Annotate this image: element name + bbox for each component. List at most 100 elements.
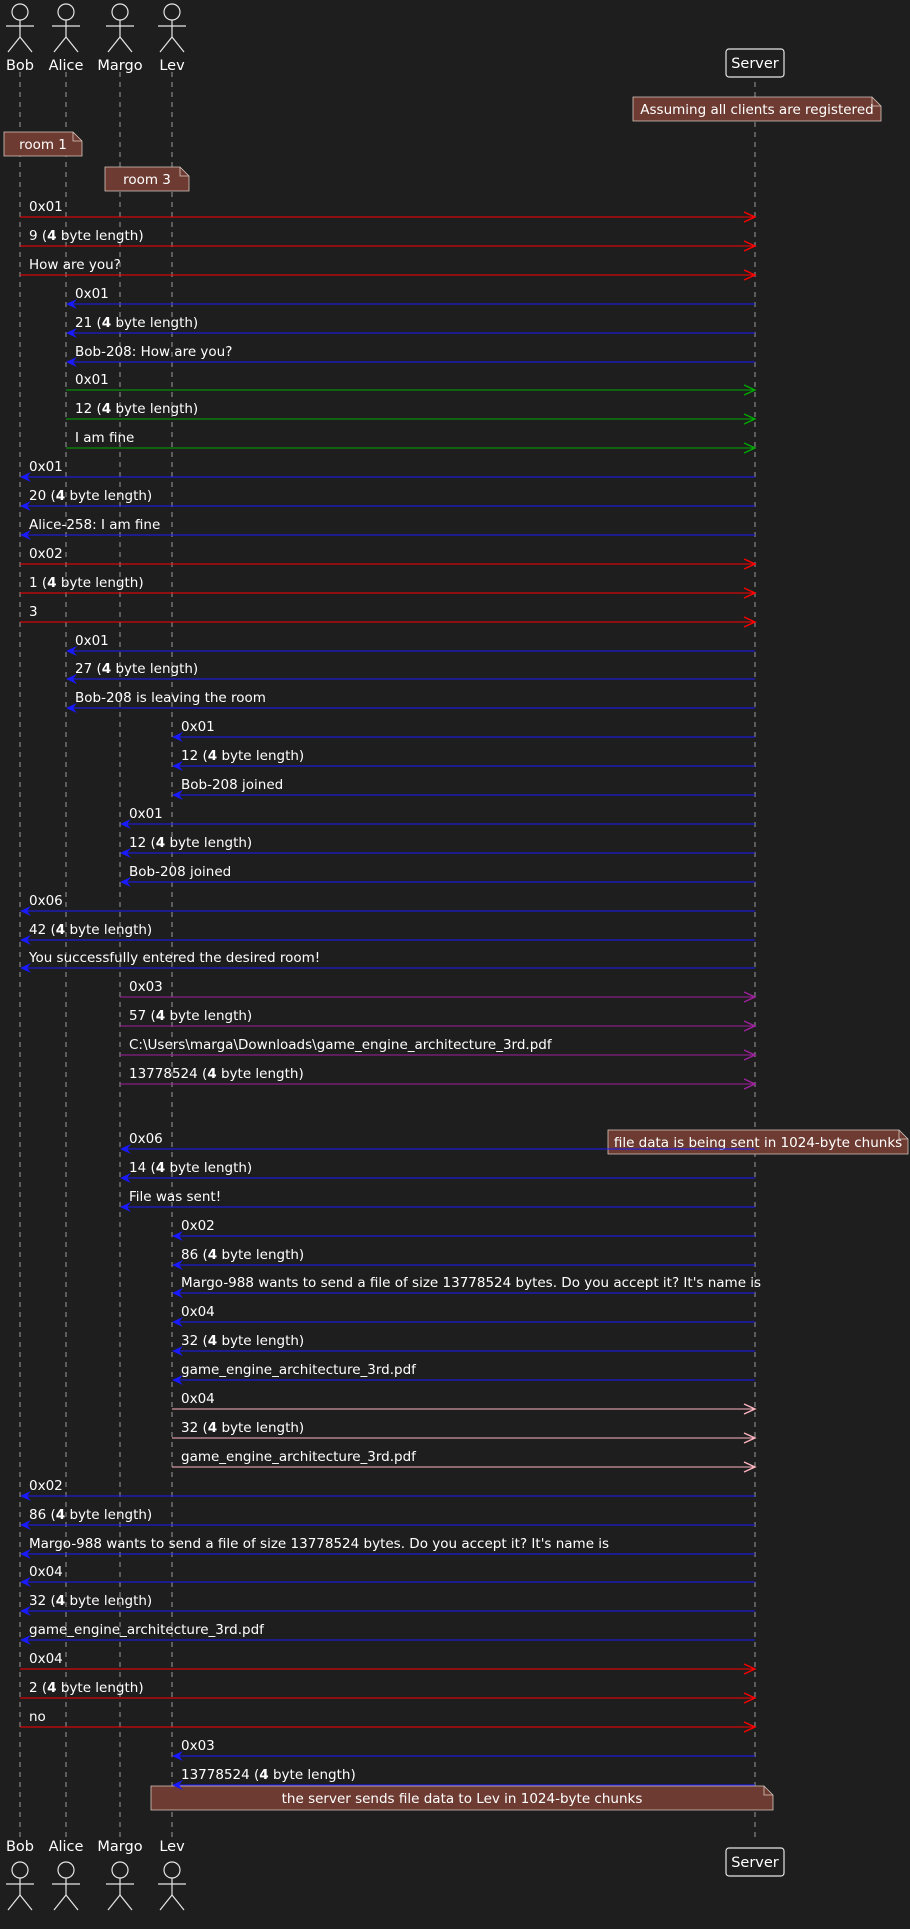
message-text: 86 ( [181, 1247, 208, 1263]
participant-label: Margo [97, 58, 142, 74]
participant-label: Lev [159, 1839, 185, 1855]
participant-server-bottom: Server [725, 1847, 785, 1877]
message-text: 12 ( [181, 748, 208, 764]
message-label: 0x01 [29, 199, 63, 215]
message-label: Bob-208 joined [181, 777, 283, 793]
message-text: 0x04 [181, 1304, 215, 1320]
message-suffix: byte length) [217, 1420, 304, 1436]
message-bold: 4 [102, 401, 111, 417]
message-bold: 4 [208, 1247, 217, 1263]
message-label: Alice-258: I am fine [29, 517, 160, 533]
message-label: 0x01 [129, 806, 163, 822]
note: file data is being sent in 1024-byte chu… [607, 1129, 909, 1155]
message-label: 0x04 [29, 1564, 63, 1580]
message-text: 13778524 ( [129, 1066, 207, 1082]
message-label: 0x04 [181, 1391, 215, 1407]
message-text: 57 ( [129, 1008, 156, 1024]
message-text: 0x06 [29, 893, 63, 909]
message-text: C:\Users\marga\Downloads\game_engine_arc… [129, 1037, 553, 1053]
message-label: 13778524 (4 byte length) [181, 1767, 356, 1783]
note-text: room 1 [19, 137, 67, 153]
participant-label: Margo [97, 1839, 142, 1855]
message-text: Bob-208: How are you? [75, 344, 232, 360]
message-label: 0x06 [129, 1131, 163, 1147]
participant-label: Server [731, 56, 779, 72]
message-label: 32 (4 byte length) [29, 1593, 152, 1609]
message-text: Alice-258: I am fine [29, 517, 160, 533]
message-label: File was sent! [129, 1189, 221, 1205]
message-text: Bob-208 joined [129, 864, 231, 880]
message-suffix: byte length) [65, 922, 152, 938]
message-text: 0x01 [75, 372, 109, 388]
message-bold: 4 [156, 1160, 165, 1176]
message-label: 0x01 [75, 372, 109, 388]
message-suffix: byte length) [217, 1066, 304, 1082]
message-text: 0x02 [29, 1478, 63, 1494]
message-text: 20 ( [29, 488, 56, 504]
message-text: 21 ( [75, 315, 102, 331]
message-text: game_engine_architecture_3rd.pdf [181, 1449, 417, 1465]
message-label: How are you? [29, 257, 121, 273]
message-text: no [29, 1709, 46, 1725]
message-text: File was sent! [129, 1189, 221, 1205]
message-text: 32 ( [181, 1420, 208, 1436]
message-label: 32 (4 byte length) [181, 1420, 304, 1436]
note: the server sends file data to Lev in 102… [150, 1785, 774, 1811]
message-text: 0x06 [129, 1131, 163, 1147]
participant-label: Alice [49, 1839, 84, 1855]
message-label: 0x01 [181, 719, 215, 735]
message-label: Bob-208 is leaving the room [75, 690, 266, 706]
message-text: 0x04 [29, 1564, 63, 1580]
message-text: You successfully entered the desired roo… [28, 950, 320, 966]
message-text: 1 ( [29, 575, 47, 591]
message-label: Margo-988 wants to send a file of size 1… [181, 1275, 761, 1291]
sequence-diagram: Bob Bob Alice Alice Margo Margo Lev Lev Server Se… [0, 0, 910, 1929]
message-label: 0x04 [181, 1304, 215, 1320]
message-bold: 4 [56, 1593, 65, 1609]
message-label: Bob-208: How are you? [75, 344, 232, 360]
message-suffix: byte length) [111, 315, 198, 331]
message-label: 42 (4 byte length) [29, 922, 152, 938]
participant-label: Bob [6, 58, 34, 74]
message-suffix: byte length) [165, 1008, 252, 1024]
message-suffix: byte length) [65, 488, 152, 504]
message-suffix: byte length) [269, 1767, 356, 1783]
message-text: 0x01 [75, 286, 109, 302]
message-suffix: byte length) [57, 228, 144, 244]
message-label: 2 (4 byte length) [29, 1680, 144, 1696]
message-suffix: byte length) [111, 401, 198, 417]
note: room 3 [104, 166, 190, 192]
message-label: 3 [29, 604, 38, 620]
message-suffix: byte length) [111, 661, 198, 677]
message-text: game_engine_architecture_3rd.pdf [29, 1622, 265, 1638]
message-text: 27 ( [75, 661, 102, 677]
note: room 1 [3, 131, 83, 157]
participant-label: Bob [6, 1839, 34, 1855]
message-text: 0x01 [181, 719, 215, 735]
message-text: 32 ( [29, 1593, 56, 1609]
message-label: no [29, 1709, 46, 1725]
message-label: C:\Users\marga\Downloads\game_engine_arc… [129, 1037, 553, 1053]
message-label: 0x01 [29, 459, 63, 475]
message-text: Bob-208 is leaving the room [75, 690, 266, 706]
message-label: 57 (4 byte length) [129, 1008, 252, 1024]
message-text: 0x01 [29, 199, 63, 215]
message-bold: 4 [56, 1507, 65, 1523]
message-bold: 4 [102, 315, 111, 331]
message-label: 9 (4 byte length) [29, 228, 144, 244]
message-label: I am fine [75, 430, 134, 446]
message-label: 12 (4 byte length) [129, 835, 252, 851]
message-suffix: byte length) [217, 748, 304, 764]
message-label: You successfully entered the desired roo… [28, 950, 320, 966]
message-text: 0x04 [29, 1651, 63, 1667]
message-bold: 4 [207, 1066, 216, 1082]
message-label: Bob-208 joined [129, 864, 231, 880]
message-label: 20 (4 byte length) [29, 488, 152, 504]
message-label: 0x06 [29, 893, 63, 909]
message-text: 9 ( [29, 228, 47, 244]
message-label: 21 (4 byte length) [75, 315, 198, 331]
message-label: game_engine_architecture_3rd.pdf [29, 1622, 265, 1638]
message-bold: 4 [259, 1767, 268, 1783]
note-text: room 3 [123, 172, 171, 188]
message-label: game_engine_architecture_3rd.pdf [181, 1449, 417, 1465]
